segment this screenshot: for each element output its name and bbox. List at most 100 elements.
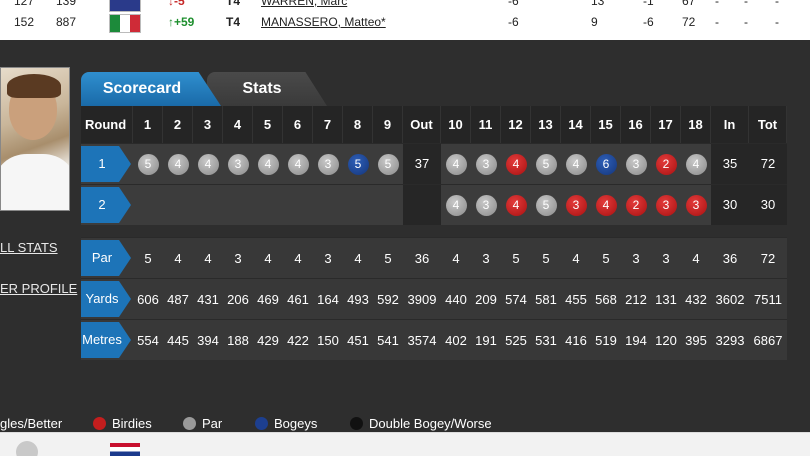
par-cell: 4 (283, 237, 313, 278)
hole-score-cell (163, 184, 193, 225)
metres-cell: 120 (651, 319, 681, 360)
metres-arrow-label: Metres (81, 322, 131, 358)
player-name-link[interactable]: WARREN, Marc (261, 0, 347, 8)
in-total: 35 (711, 143, 749, 184)
out-total-value (407, 188, 437, 219)
today: -1 (643, 0, 654, 8)
metres-cell: 194 (621, 319, 651, 360)
previous-position: 887 (56, 15, 77, 29)
r1-score: 72 (682, 15, 696, 29)
tab-scorecard[interactable]: Scorecard (81, 72, 221, 106)
yards-cell: 469 (253, 278, 283, 319)
hole-score-cell: 4 (193, 143, 223, 184)
yards-row: Yards 606 487 431 206 469 461 164 493 592 3909 440 2… (81, 278, 787, 319)
yards-cell: 212 (621, 278, 651, 319)
hole-score-cell: 2 (621, 184, 651, 225)
hole-score-cell: 3 (471, 184, 501, 225)
header-cell: 8 (343, 106, 373, 143)
header-cell: 17 (651, 106, 681, 143)
hole-score-cell (313, 184, 343, 225)
next-leaderboard-row[interactable] (0, 432, 810, 456)
grand-total-value: 72 (753, 149, 783, 179)
hole-score-cell (133, 184, 163, 225)
out-total-value: 37 (407, 149, 437, 179)
metres-cell: 416 (561, 319, 591, 360)
r4-score: - (775, 0, 779, 8)
par-cell: 4 (253, 237, 283, 278)
par-cell: 3 (313, 237, 343, 278)
double-bogey-dot-icon (350, 417, 363, 430)
par-cell: 4 (681, 237, 711, 278)
round-arrow-button[interactable]: 2 (81, 187, 131, 223)
hole-score-cell (193, 184, 223, 225)
hole-score-cell: 5 (373, 143, 403, 184)
yards-cell: 432 (681, 278, 711, 319)
par-total: 72 (749, 237, 787, 278)
header-cell: 4 (223, 106, 253, 143)
header-cell: 5 (253, 106, 283, 143)
round-row[interactable]: 2 4 3 4 5 3 4 2 3 3 30 30 (81, 184, 787, 225)
metres-label-cell: Metres (81, 319, 133, 360)
round-label-cell: 2 (81, 184, 133, 225)
header-cell: 1 (133, 106, 163, 143)
header-cell: 7 (313, 106, 343, 143)
hole-score-cell: 6 (591, 143, 621, 184)
yards-cell: 581 (531, 278, 561, 319)
r3-score: - (744, 0, 748, 8)
metres-in: 3293 (711, 319, 749, 360)
out-total: 37 (403, 143, 441, 184)
metres-cell: 395 (681, 319, 711, 360)
par-label-cell: Par (81, 237, 133, 278)
par-ball: 3 (475, 153, 497, 175)
par-ball: 4 (197, 153, 219, 175)
round-arrow-button[interactable]: 1 (81, 146, 131, 182)
hole-score-cell (373, 184, 403, 225)
header-cell: In (711, 106, 749, 143)
hole-score-cell: 4 (681, 143, 711, 184)
par-cell: 4 (343, 237, 373, 278)
yards-cell: 131 (651, 278, 681, 319)
par-ball: 3 (317, 153, 339, 175)
hole-score-cell: 4 (253, 143, 283, 184)
hole-score-cell: 5 (343, 143, 373, 184)
leaderboard-row[interactable]: 152 887 ↑+59 T4 MANASSERO, Matteo* -6 9 … (0, 11, 810, 33)
player-name-link[interactable]: MANASSERO, Matteo* (261, 15, 386, 29)
all-stats-link[interactable]: LL STATS (0, 240, 58, 255)
birdie-ball: 4 (505, 194, 527, 216)
metres-cell: 429 (253, 319, 283, 360)
par-cell: 5 (591, 237, 621, 278)
header-cell: 9 (373, 106, 403, 143)
birdie-ball: 2 (625, 194, 647, 216)
hole-score-cell: 3 (681, 184, 711, 225)
hole-score-cell: 5 (531, 143, 561, 184)
legend-double-label: Double Bogey/Worse (369, 416, 492, 431)
yards-cell: 209 (471, 278, 501, 319)
metres-cell: 191 (471, 319, 501, 360)
par-ball: 4 (167, 153, 189, 175)
par-ball: 4 (257, 153, 279, 175)
par-ball: 4 (287, 153, 309, 175)
par-ball: 4 (685, 153, 707, 175)
metres-cell: 445 (163, 319, 193, 360)
header-cell: 15 (591, 106, 621, 143)
par-arrow-label: Par (81, 240, 131, 276)
birdie-ball: 2 (655, 153, 677, 175)
par-ball: 4 (565, 153, 587, 175)
flag-icon (110, 443, 140, 456)
previous-position: 139 (56, 0, 77, 8)
par-cell: 3 (621, 237, 651, 278)
legend-eagles-label: gles/Better (0, 416, 63, 431)
header-cell: 16 (621, 106, 651, 143)
player-profile-link[interactable]: ER PROFILE (0, 281, 77, 296)
round-row[interactable]: 1 5 4 4 3 4 4 3 5 5 37 4 3 4 5 4 6 3 2 4 35 72 (81, 143, 787, 184)
yards-cell: 431 (193, 278, 223, 319)
metres-cell: 554 (133, 319, 163, 360)
tab-stats[interactable]: Stats (207, 72, 327, 106)
par-row: Par 5 4 4 3 4 4 3 4 5 36 4 3 5 5 4 5 3 3 4 36 72 (81, 237, 787, 278)
position: 127 (14, 0, 35, 8)
photo-shirt (1, 154, 69, 210)
r2-score: - (715, 0, 719, 8)
yards-arrow-label: Yards (81, 281, 131, 317)
metres-cell: 519 (591, 319, 621, 360)
hole-score-cell: 5 (531, 184, 561, 225)
